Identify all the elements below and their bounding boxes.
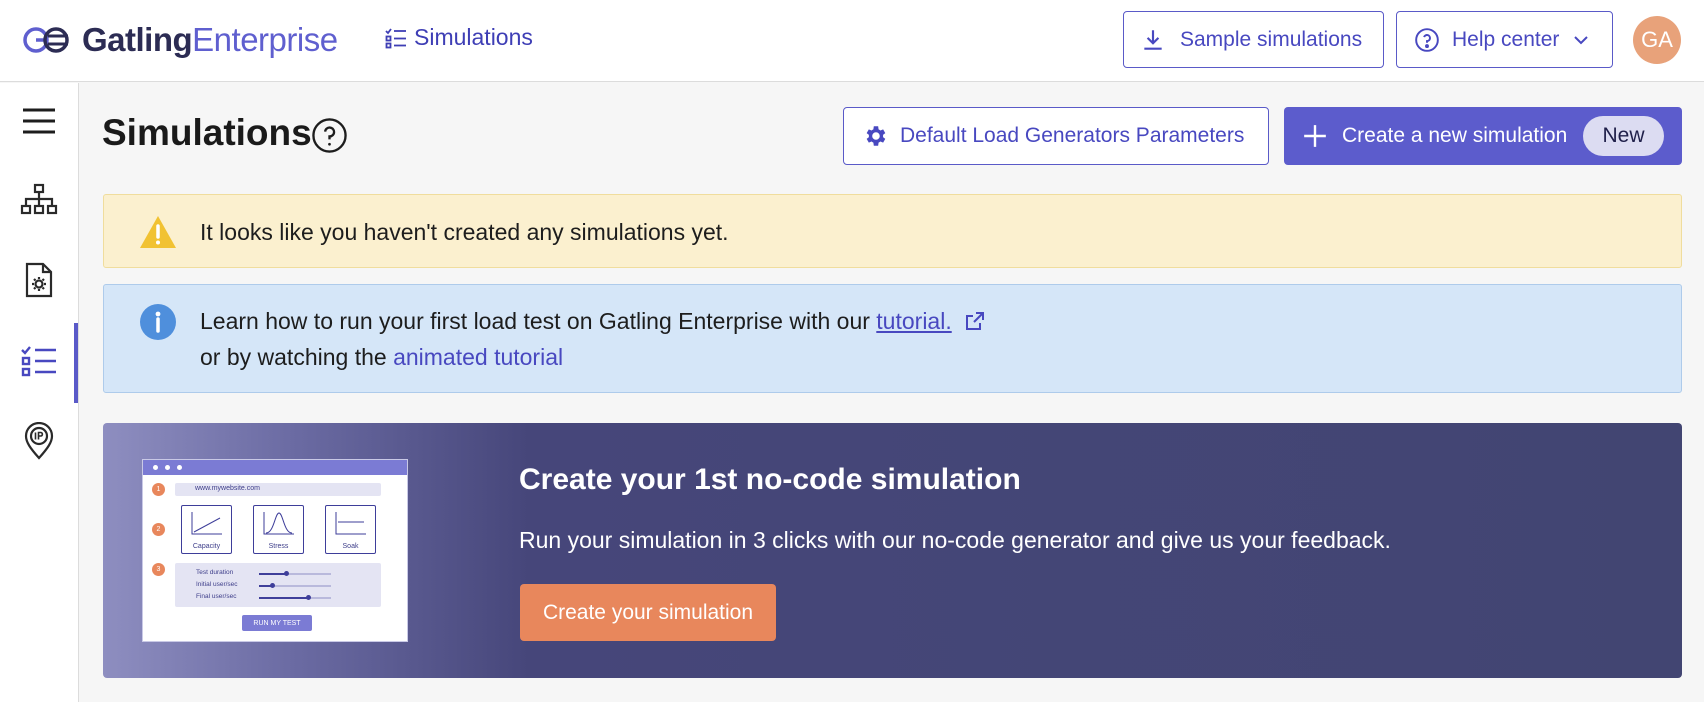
warning-icon [140,216,176,248]
info-alert: Learn how to run your first load test on… [103,284,1682,393]
param-fill [259,573,286,575]
brand-name: GatlingEnterprise [82,21,338,59]
window-dot [177,465,182,470]
no-code-illustration: 1 www.mywebsite.com 2 Capacity Stress So… [142,459,408,642]
avatar-initials: GA [1641,27,1673,52]
brand-bold: Gatling [82,21,193,58]
info-line-2-text: or by watching the [200,344,387,370]
test-type-label: Capacity [192,543,221,550]
param-row: Initial user/sec [196,581,376,591]
illustration-url-field: www.mywebsite.com [175,483,381,496]
window-dot [165,465,170,470]
param-row: Final user/sec [196,593,376,603]
param-fill [259,597,308,599]
promo-title: Create your 1st no-code simulation [519,463,1021,496]
help-icon[interactable] [311,117,348,154]
checklist-icon [21,346,56,377]
tutorial-link[interactable]: tutorial. [876,308,951,334]
warning-text: It looks like you haven't created any si… [200,219,729,245]
test-type-card: Capacity [181,505,232,554]
ip-pin-icon [24,422,54,460]
soak-chart-icon [335,512,366,535]
param-knob [306,595,311,600]
param-label: Initial user/sec [196,581,238,588]
create-simulation-button[interactable]: Create a new simulation New [1284,107,1682,165]
step-number: 1 [152,483,165,496]
sidebar-menu-toggle[interactable] [0,91,78,151]
gatling-logo-icon [23,27,69,53]
step-number: 2 [152,523,165,536]
default-load-generators-label: Default Load Generators Parameters [900,124,1245,147]
create-your-simulation-button[interactable]: Create your simulation [520,584,776,641]
info-line-1-text: Learn how to run your first load test on… [200,308,870,334]
param-knob [284,571,289,576]
page-title: Simulations [102,112,312,153]
menu-icon [23,108,55,134]
info-icon [140,304,176,340]
sidebar-item-organization[interactable] [0,171,78,231]
user-avatar[interactable]: GA [1633,16,1681,64]
test-type-card: Stress [253,505,304,554]
top-header: GatlingEnterprise Simulations Sample sim… [0,0,1704,82]
sidebar-item-simulations[interactable] [0,323,78,403]
checklist-icon [385,27,406,48]
help-center-button[interactable]: Help center [1396,11,1613,68]
help-center-label: Help center [1452,27,1560,51]
step-number: 3 [152,563,165,576]
test-type-label: Stress [268,543,289,550]
param-label: Final user/sec [196,593,237,600]
sample-simulations-button[interactable]: Sample simulations [1123,11,1384,68]
promo-subtitle: Run your simulation in 3 clicks with our… [519,527,1391,553]
illustration-params: Test duration Initial user/sec Final use… [175,563,381,607]
sample-simulations-label: Sample simulations [1180,27,1363,51]
illustration-window-bar [143,460,407,475]
sidebar-item-ip-whitelist[interactable] [0,411,78,471]
default-load-generators-button[interactable]: Default Load Generators Parameters [843,107,1269,165]
param-row: Test duration [196,569,376,579]
gear-icon [866,126,886,146]
test-type-card: Soak [325,505,376,554]
capacity-chart-icon [191,512,222,535]
warning-alert: It looks like you haven't created any si… [103,194,1682,268]
sidebar-item-packages[interactable] [0,250,78,310]
param-label: Test duration [196,569,234,576]
external-link-icon[interactable] [964,310,986,332]
test-type-label: Soak [342,543,359,550]
info-line-1: Learn how to run your first load test on… [200,308,986,335]
illustration-run-button: RUN MY TEST [242,615,312,631]
file-gear-icon [25,262,53,298]
animated-tutorial-link[interactable]: animated tutorial [393,344,563,370]
brand-light: Enterprise [192,21,338,58]
create-simulation-label: Create a new simulation [1342,124,1568,147]
nav-simulations[interactable]: Simulations [384,24,533,51]
sitemap-icon [20,183,58,215]
info-line-2: or by watching the animated tutorial [200,344,563,371]
new-badge: New [1583,116,1664,156]
illustration-url: www.mywebsite.com [195,485,260,492]
param-knob [270,583,275,588]
sidebar [0,83,79,702]
nav-simulations-label: Simulations [414,24,533,50]
download-icon [1144,29,1162,50]
help-icon [1415,27,1439,52]
plus-icon [1304,125,1326,147]
chevron-down-icon [1574,35,1589,44]
gatling-logo[interactable]: GatlingEnterprise [22,20,338,60]
no-code-promo-banner: 1 www.mywebsite.com 2 Capacity Stress So… [103,423,1682,678]
window-dot [153,465,158,470]
stress-chart-icon [263,512,294,535]
